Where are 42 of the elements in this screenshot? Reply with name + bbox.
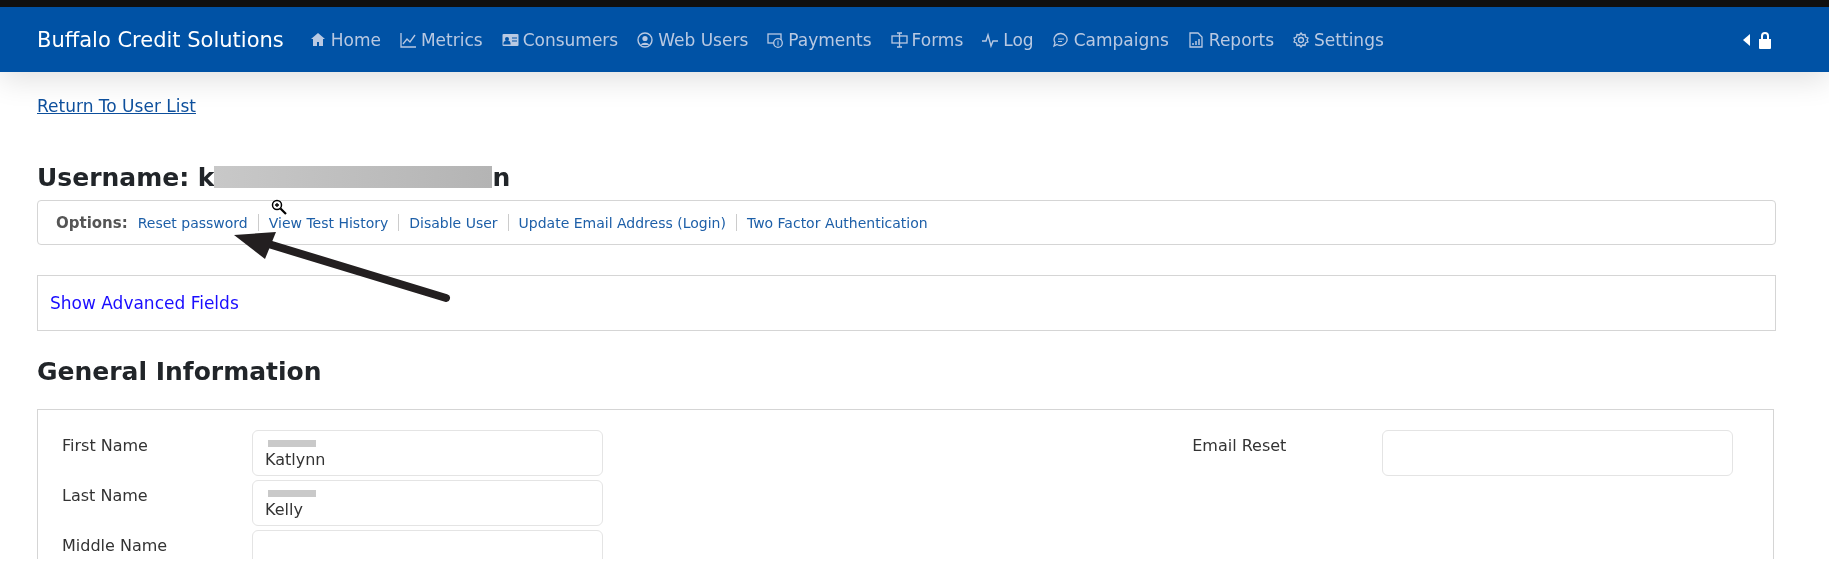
field-label: Middle Name — [62, 535, 169, 555]
field-label: Email Reset — [1192, 435, 1288, 455]
option-link[interactable]: Reset password — [137, 214, 248, 231]
nav-link[interactable]: Reports — [1187, 29, 1275, 50]
option-link[interactable]: Two Factor Authentication — [746, 214, 928, 231]
nav-link[interactable]: Log — [982, 29, 1034, 50]
zoom-cursor-icon — [271, 199, 287, 215]
input-field[interactable]: Katlynn — [252, 430, 603, 476]
username-heading-end: n — [492, 162, 511, 192]
return-link[interactable]: Return To User List — [37, 96, 196, 116]
nav-link[interactable]: Forms — [890, 29, 964, 50]
chat-icon — [1052, 31, 1070, 48]
scale-icon — [890, 31, 908, 48]
nav-link[interactable]: Metrics — [399, 29, 483, 50]
home-icon — [309, 31, 327, 48]
nav-link[interactable]: Consumers — [501, 29, 619, 50]
field-label: Last Name — [62, 485, 149, 505]
settings-icon — [1293, 31, 1311, 48]
options-label: Options: — [56, 213, 128, 232]
option-link[interactable]: Update Email Address (Login) — [518, 214, 726, 231]
nav-link[interactable]: Home — [309, 29, 381, 50]
nav-link[interactable]: Settings — [1293, 29, 1384, 50]
option-link[interactable]: Disable User — [409, 214, 498, 231]
field-label: First Name — [62, 435, 149, 455]
input-field[interactable]: Kelly — [252, 480, 603, 526]
nav-link[interactable]: Campaigns — [1052, 29, 1169, 50]
lock-icon[interactable] — [1758, 30, 1772, 49]
caret-icon[interactable] — [1743, 33, 1750, 46]
option-link[interactable]: View Test History — [268, 214, 389, 231]
input-field[interactable] — [1382, 430, 1734, 476]
user-icon — [637, 31, 655, 48]
pulse-icon — [982, 31, 1000, 48]
nav-link[interactable]: Payments — [767, 29, 872, 50]
report-icon — [1187, 31, 1205, 48]
line-chart-icon — [399, 31, 417, 48]
brand-title[interactable]: Buffalo Credit Solutions — [37, 27, 284, 52]
nav-link[interactable]: Web Users — [637, 29, 749, 50]
username-heading: Username: k — [37, 162, 215, 192]
section-title: General Information — [37, 357, 323, 388]
money-icon — [767, 31, 785, 48]
id-card-icon — [501, 31, 519, 48]
show-advanced-link[interactable]: Show Advanced Fields — [50, 293, 239, 313]
